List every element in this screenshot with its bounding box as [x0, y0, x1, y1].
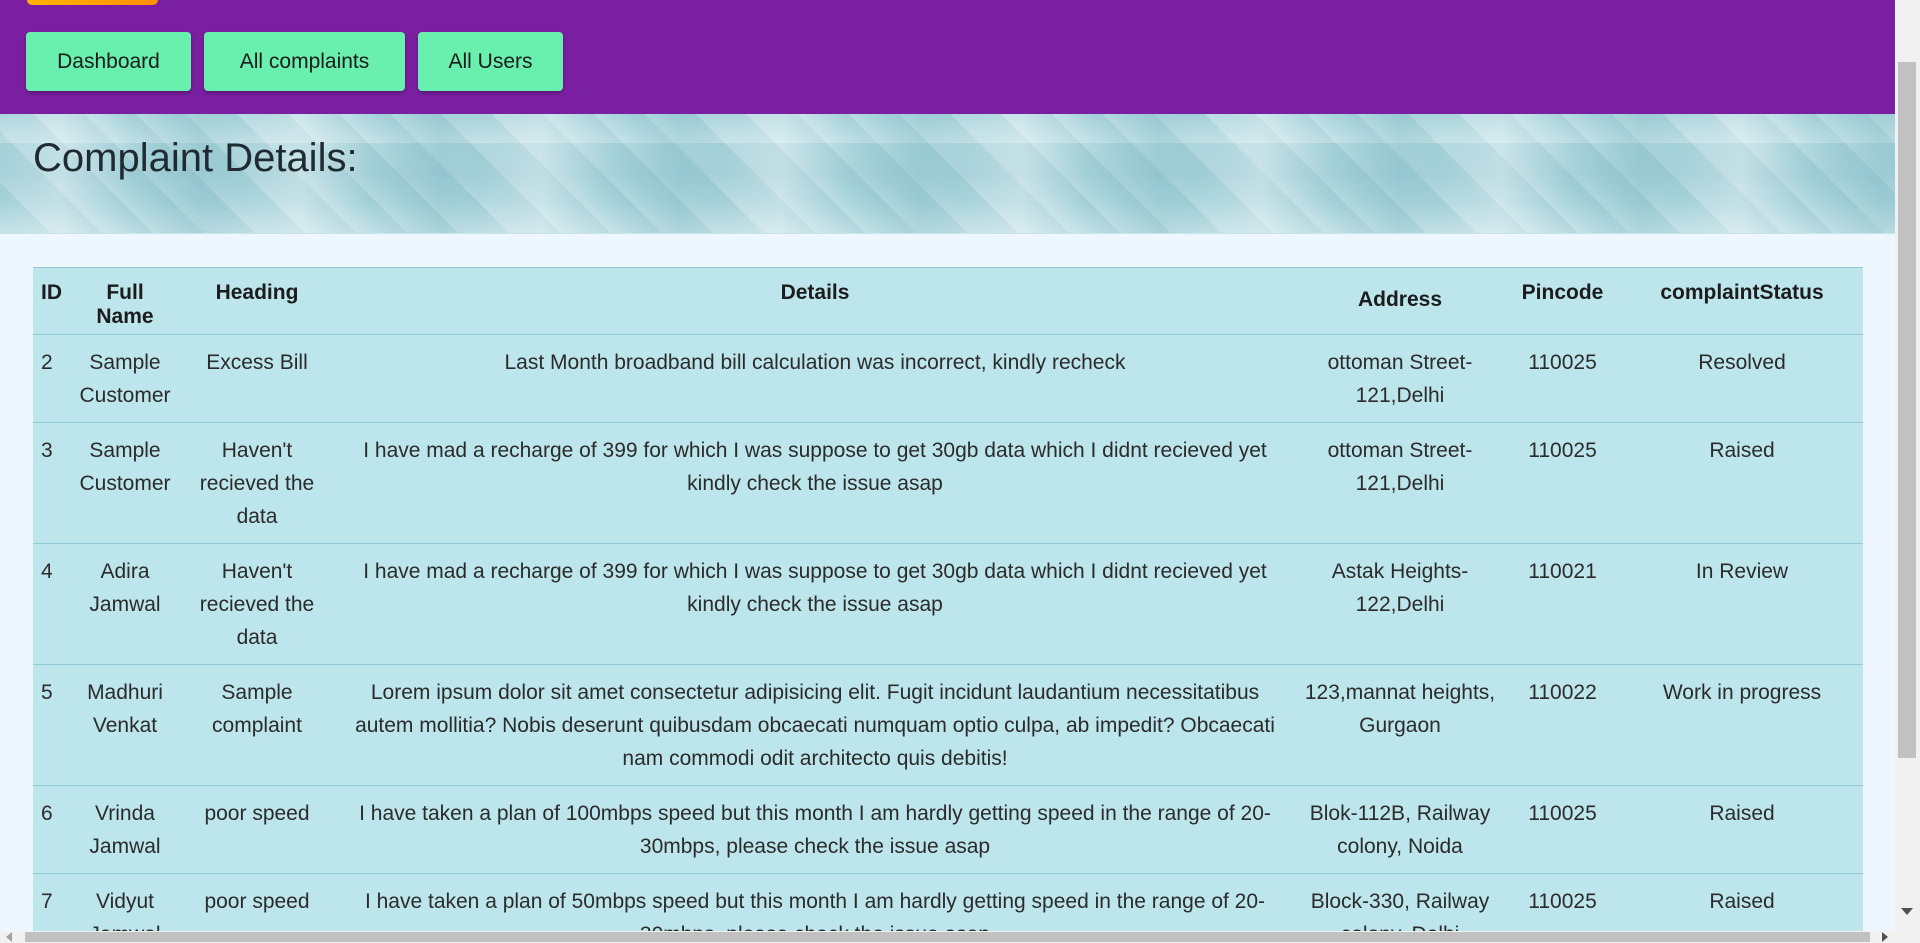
table-row[interactable]: 4 Adira Jamwal Haven't recieved the data… [33, 543, 1863, 665]
cell-id: 4 [33, 543, 70, 665]
column-header-address[interactable]: Address [1296, 267, 1504, 335]
column-header-full-name[interactable]: Full Name [70, 267, 180, 335]
horizontal-scrollbar-thumb[interactable] [25, 932, 1870, 942]
dashboard-button[interactable]: Dashboard [26, 32, 191, 91]
cell-address: Block-330, Railway colony, Delhi [1296, 873, 1504, 931]
column-header-complaint-status[interactable]: complaintStatus [1621, 267, 1863, 335]
table-row[interactable]: 7 Vidyut Jamwal poor speed I have taken … [33, 873, 1863, 931]
cell-full-name: Sample Customer [70, 422, 180, 544]
cell-id: 5 [33, 664, 70, 786]
complaints-table: ID Full Name Heading Details Address Pin… [33, 267, 1863, 931]
cell-heading: Sample complaint [180, 664, 334, 786]
cell-pincode: 110025 [1504, 422, 1621, 544]
cell-address: Blok-112B, Railway colony, Noida [1296, 785, 1504, 874]
cell-details: Last Month broadband bill calculation wa… [334, 334, 1296, 423]
cell-heading: poor speed [180, 785, 334, 874]
cell-complaint-status: Work in progress [1621, 664, 1863, 786]
cell-complaint-status: Raised [1621, 785, 1863, 874]
cell-full-name: Vidyut Jamwal [70, 873, 180, 931]
scroll-right-arrow-icon[interactable] [1882, 932, 1888, 942]
cell-heading: Excess Bill [180, 334, 334, 423]
table-row[interactable]: 6 Vrinda Jamwal poor speed I have taken … [33, 785, 1863, 874]
column-header-details[interactable]: Details [334, 267, 1296, 335]
top-navbar: Dashboard All complaints All Users [0, 0, 1895, 114]
vertical-scrollbar-thumb[interactable] [1898, 62, 1916, 758]
table-header-row: ID Full Name Heading Details Address Pin… [33, 267, 1863, 335]
cell-pincode: 110025 [1504, 873, 1621, 931]
cell-heading: Haven't recieved the data [180, 543, 334, 665]
cell-details: Lorem ipsum dolor sit amet consectetur a… [334, 664, 1296, 786]
complaints-table-container: ID Full Name Heading Details Address Pin… [33, 267, 1863, 931]
cell-pincode: 110025 [1504, 785, 1621, 874]
column-header-id[interactable]: ID [33, 267, 70, 335]
cell-details: I have mad a recharge of 399 for which I… [334, 543, 1296, 665]
cell-heading: poor speed [180, 873, 334, 931]
cell-complaint-status: Resolved [1621, 334, 1863, 423]
page-banner: Complaint Details: [0, 114, 1895, 234]
column-header-heading[interactable]: Heading [180, 267, 334, 335]
table-row[interactable]: 2 Sample Customer Excess Bill Last Month… [33, 334, 1863, 423]
cell-complaint-status: In Review [1621, 543, 1863, 665]
cell-full-name: Vrinda Jamwal [70, 785, 180, 874]
cell-address: ottoman Street-121,Delhi [1296, 334, 1504, 423]
cell-address: ottoman Street-121,Delhi [1296, 422, 1504, 544]
cell-complaint-status: Raised [1621, 873, 1863, 931]
cell-full-name: Adira Jamwal [70, 543, 180, 665]
scroll-left-arrow-icon[interactable] [6, 932, 12, 942]
cell-id: 3 [33, 422, 70, 544]
cell-address: Astak Heights-122,Delhi [1296, 543, 1504, 665]
table-header: ID Full Name Heading Details Address Pin… [33, 267, 1863, 335]
cell-pincode: 110022 [1504, 664, 1621, 786]
cell-full-name: Sample Customer [70, 334, 180, 423]
all-complaints-button[interactable]: All complaints [204, 32, 405, 91]
cell-pincode: 110025 [1504, 334, 1621, 423]
cell-id: 2 [33, 334, 70, 423]
page-title: Complaint Details: [33, 136, 358, 180]
cell-details: I have mad a recharge of 399 for which I… [334, 422, 1296, 544]
table-row[interactable]: 3 Sample Customer Haven't recieved the d… [33, 422, 1863, 544]
cell-details: I have taken a plan of 50mbps speed but … [334, 873, 1296, 931]
logo[interactable] [27, 0, 158, 5]
cell-full-name: Madhuri Venkat [70, 664, 180, 786]
cell-id: 7 [33, 873, 70, 931]
column-header-pincode[interactable]: Pincode [1504, 267, 1621, 335]
page-viewport: Dashboard All complaints All Users Compl… [0, 0, 1895, 931]
cell-details: I have taken a plan of 100mbps speed but… [334, 785, 1296, 874]
scroll-down-arrow-icon[interactable] [1901, 908, 1913, 915]
cell-pincode: 110021 [1504, 543, 1621, 665]
cell-id: 6 [33, 785, 70, 874]
cell-complaint-status: Raised [1621, 422, 1863, 544]
cell-heading: Haven't recieved the data [180, 422, 334, 544]
table-body: 2 Sample Customer Excess Bill Last Month… [33, 334, 1863, 931]
cell-address: 123,mannat heights, Gurgaon [1296, 664, 1504, 786]
table-row[interactable]: 5 Madhuri Venkat Sample complaint Lorem … [33, 664, 1863, 786]
all-users-button[interactable]: All Users [418, 32, 563, 91]
